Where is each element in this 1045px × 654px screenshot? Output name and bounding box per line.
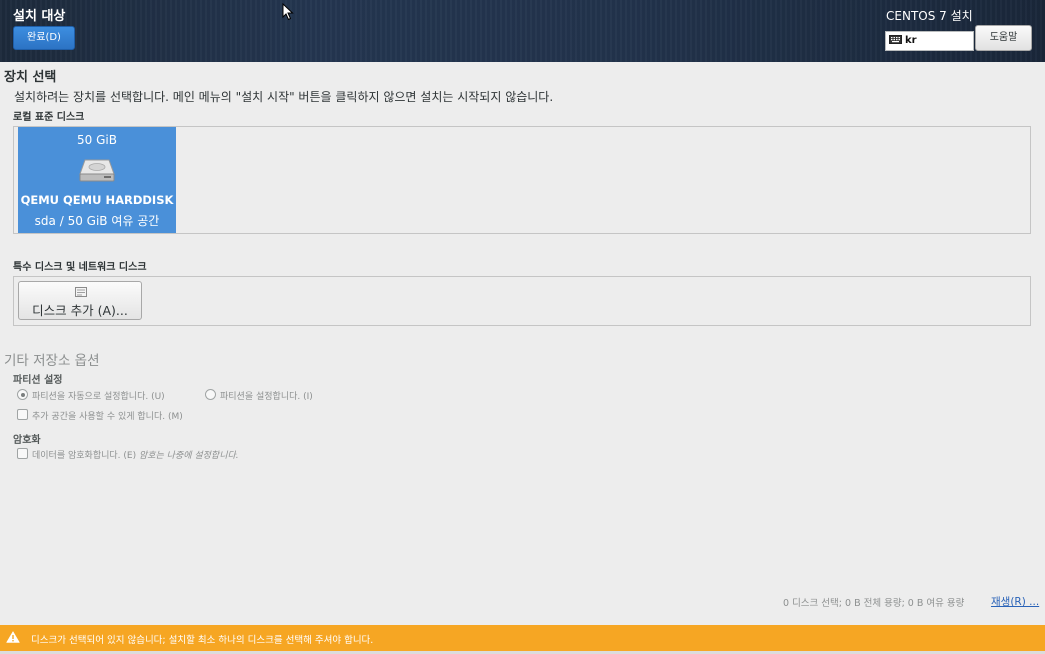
encrypt-data-label: 데이터를 암호화합니다. (E) (32, 451, 137, 461)
other-storage-options-title: 기타 저장소 옵션 (4, 353, 100, 369)
disk-add-icon (75, 287, 87, 297)
mouse-cursor-icon (282, 3, 294, 21)
encrypt-data-checkbox[interactable] (17, 448, 28, 459)
device-selection-description: 설치하려는 장치를 선택합니다. 메인 메뉴의 "설치 시작" 버튼을 클릭하지… (14, 90, 554, 104)
special-disks-panel (13, 276, 1031, 326)
warning-message: 디스크가 선택되어 있지 않습니다; 설치할 최소 하나의 디스크를 선택해 주… (31, 635, 374, 646)
selection-summary: 0 디스크 선택; 0 B 전체 용량; 0 B 여유 용량 (783, 598, 965, 609)
encrypt-data-option: 데이터를 암호화합니다. (E) 암호는 나중에 설정합니다. (32, 448, 239, 461)
disk-tile-sda[interactable]: 50 GiB QEMU QEMU HARDDISK sda / 50 GiB 여… (18, 127, 176, 233)
page-title: 설치 대상 (13, 9, 66, 24)
local-disks-heading: 로컬 표준 디스크 (13, 112, 85, 123)
warning-bar[interactable]: 디스크가 선택되어 있지 않습니다; 설치할 최소 하나의 디스크를 선택해 주… (0, 625, 1045, 651)
product-title: CENTOS 7 설치 (886, 9, 973, 23)
encryption-label: 암호화 (13, 435, 41, 446)
keyboard-icon (889, 34, 902, 44)
disk-name: QEMU QEMU HARDDISK (20, 193, 174, 207)
header-bar: 설치 대상 완료(D) CENTOS 7 설치 kr 도움말 (0, 0, 1045, 62)
extra-space-checkbox[interactable] (17, 409, 28, 420)
manual-partition-radio[interactable] (205, 389, 216, 400)
done-button[interactable]: 완료(D) (13, 26, 75, 50)
refresh-link[interactable]: 재생(R) ... (991, 594, 1039, 609)
device-selection-title: 장치 선택 (4, 70, 57, 85)
keyboard-layout-indicator[interactable]: kr (885, 31, 974, 51)
add-disk-button[interactable]: 디스크 추가 (A)... (18, 281, 142, 320)
special-disks-heading: 특수 디스크 및 네트워크 디스크 (13, 262, 147, 273)
disk-free-space: sda / 50 GiB 여유 공간 (34, 214, 160, 228)
keyboard-layout-value: kr (905, 35, 917, 46)
disk-size: 50 GiB (77, 133, 117, 147)
auto-partition-label: 파티션을 자동으로 설정합니다. (U) (32, 392, 165, 402)
help-button[interactable]: 도움말 (975, 25, 1032, 51)
auto-partition-radio[interactable] (17, 389, 28, 400)
manual-partition-label: 파티션을 설정합니다. (I) (220, 392, 313, 402)
add-disk-button-label: 디스크 추가 (A)... (32, 303, 128, 318)
partition-settings-label: 파티션 설정 (13, 375, 63, 386)
extra-space-label: 추가 공간을 사용할 수 있게 합니다. (M) (32, 412, 183, 422)
encrypt-note: 암호는 나중에 설정합니다. (138, 451, 239, 461)
warning-icon (6, 631, 20, 643)
harddisk-icon (79, 159, 115, 182)
